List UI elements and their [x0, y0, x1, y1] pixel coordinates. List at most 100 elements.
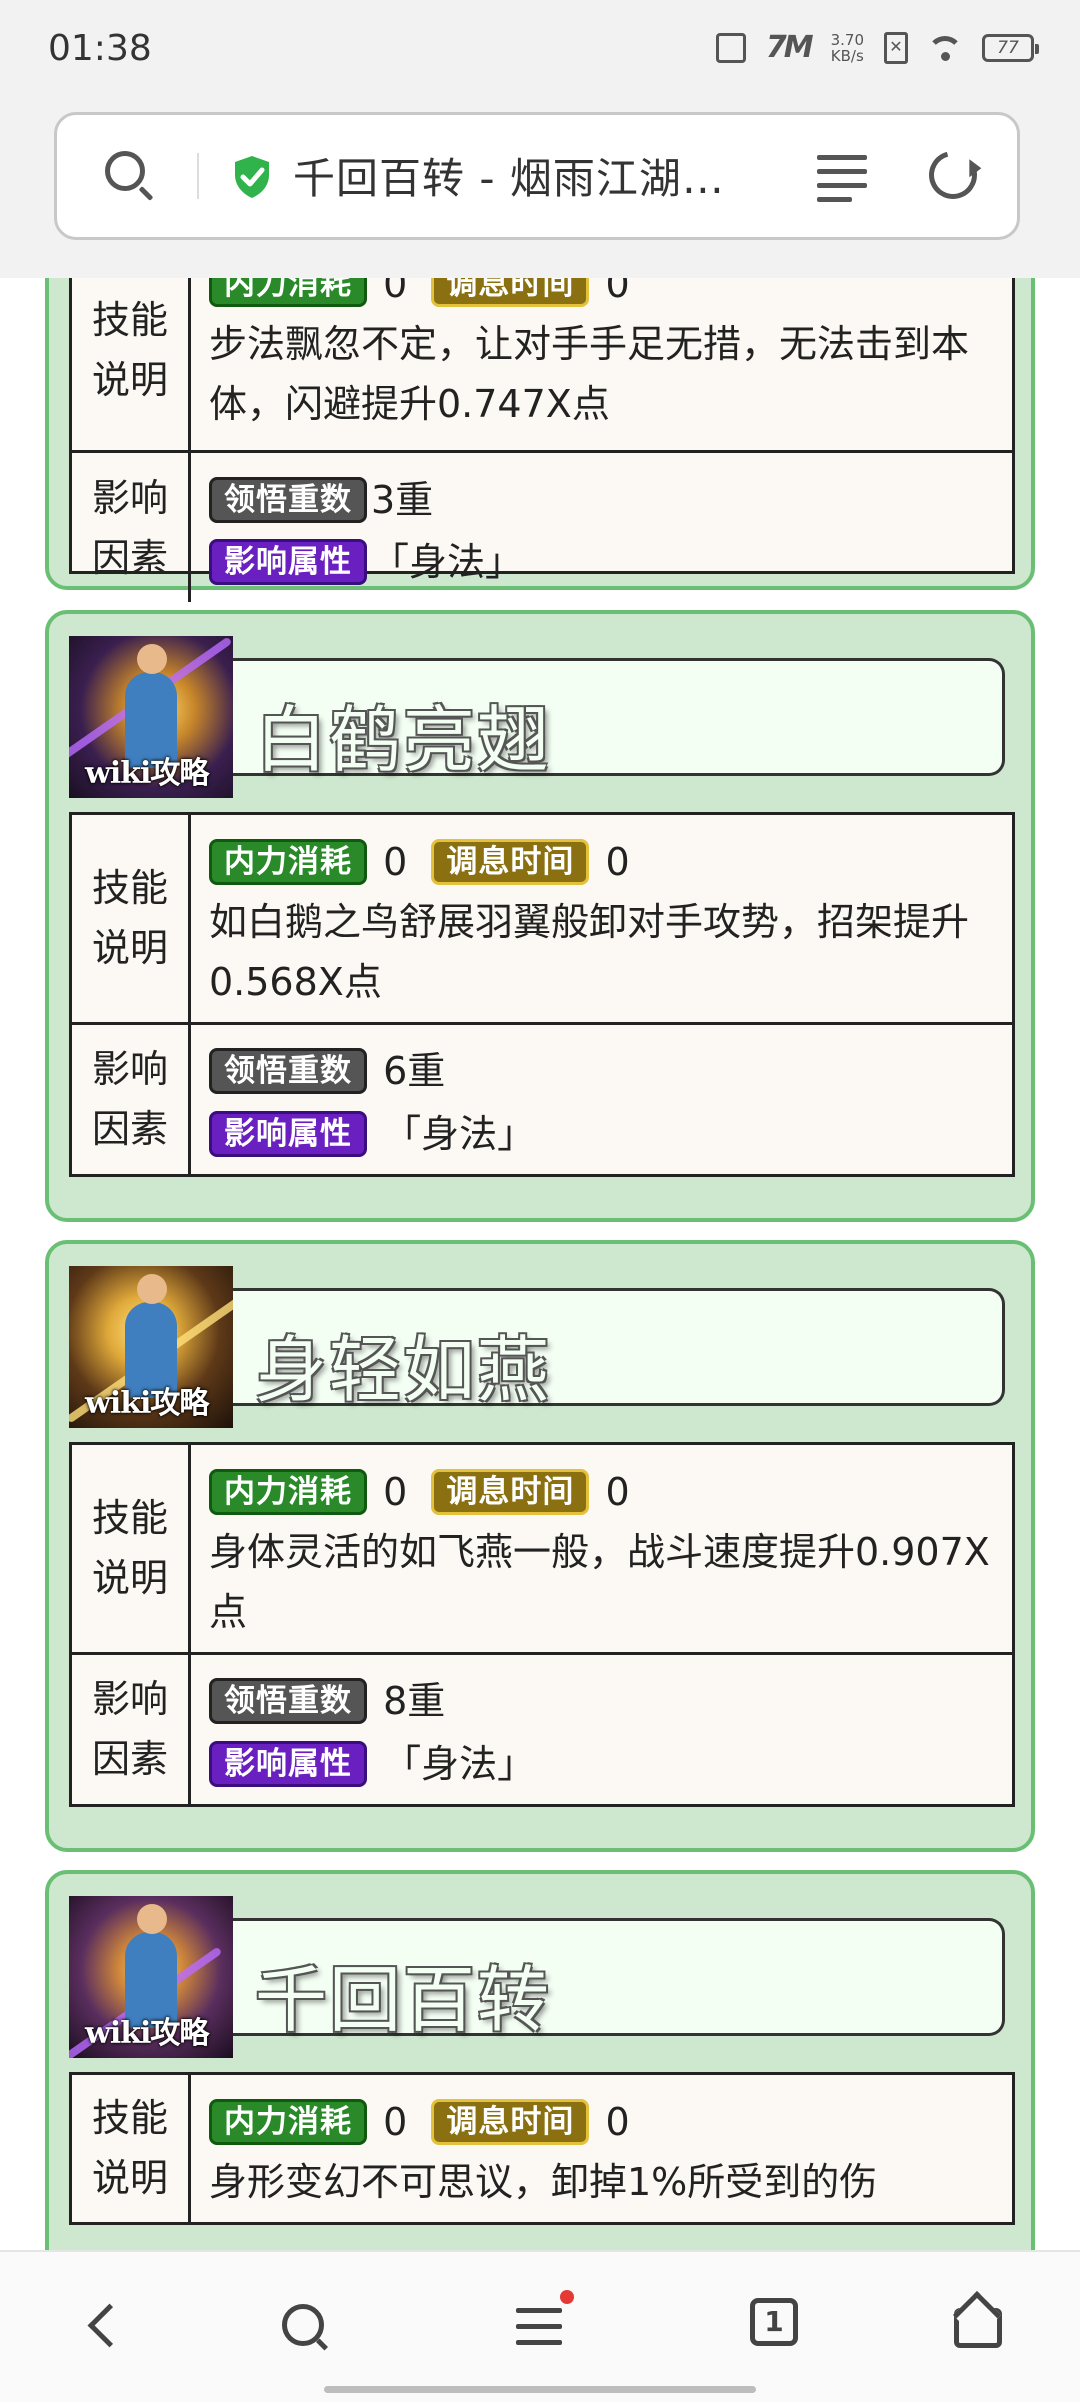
skill-desc-body: 内力消耗 0 调息时间 0 身形变幻不可思议，卸掉1%所受到的伤: [191, 2075, 1012, 2222]
factors-row: 影响因素 领悟重数 6重 影响属性 「身法」: [72, 1024, 1012, 1174]
network-speed-unit: KB/s: [830, 46, 864, 65]
skill-avatar: wiki攻略: [69, 1266, 233, 1428]
page-content[interactable]: 技能 说明 内力消耗 0 调息时间 0 步法飘忽不定，让对手手足无措，无法击到本体…: [0, 278, 1080, 2250]
factors-label: 影响 因素: [72, 1024, 191, 1174]
skill-desc-label: 技能 说明: [72, 815, 191, 1022]
no-sim-icon: ✕: [884, 31, 908, 64]
label-line: 技能: [91, 1496, 168, 1541]
skill-table: 技能 说明 内力消耗 0 调息时间 0 如白鹅之鸟舒展羽翼般卸对手攻势，招架提升0…: [69, 812, 1015, 1177]
avatar-watermark: wiki攻略: [85, 756, 209, 791]
home-indicator[interactable]: [324, 2386, 756, 2393]
tabs-button[interactable]: 1: [750, 2298, 810, 2358]
factors-label: 影响 因素: [72, 453, 191, 602]
label-line: 影响: [91, 475, 168, 520]
mp-cost-tag: 内力消耗: [209, 838, 367, 885]
enlighten-tag: 领悟重数: [209, 476, 367, 523]
skill-avatar: wiki攻略: [69, 1896, 233, 2058]
factors-row: 影响因素 领悟重数 8重 影响属性 「身法」: [72, 1654, 1012, 1804]
skill-desc-body: 内力消耗 0 调息时间 0 步法飘忽不定，让对手手足无措，无法击到本体，闪避提升…: [191, 278, 1012, 450]
label-line: 因素: [91, 1107, 168, 1151]
label-line: 影响: [91, 1677, 168, 1721]
factors-body: 领悟重数 8重 影响属性 「身法」: [191, 1655, 1012, 1804]
status-icons: 7M 3.70 KB/s ✕ 77: [715, 30, 1039, 65]
label-line: 影响: [91, 1047, 168, 1091]
factors-body: 领悟重数 3重 影响属性 「身法」: [191, 453, 1012, 602]
skill-desc-row: 技能 说明 内力消耗 0 调息时间 0 身体灵活的如飞燕一般，战斗速度提升0.90…: [72, 1445, 1012, 1655]
enlighten-value: 6重: [383, 1049, 446, 1093]
enlighten-value: 3重: [371, 477, 434, 522]
status-time: 01:38: [48, 28, 152, 69]
notification-dot: [560, 2290, 574, 2304]
skill-description: 步法飘忽不定，让对手手足无措，无法击到本体，闪避提升0.747X点: [209, 321, 970, 426]
search-icon[interactable]: [274, 2298, 334, 2358]
avatar-watermark: wiki攻略: [85, 1386, 209, 1421]
tab-count: 1: [750, 2298, 798, 2346]
address-bar[interactable]: 千回百转 - 烟雨江湖…: [54, 112, 1020, 240]
label-line: 技能: [91, 298, 168, 342]
label-line: 技能: [91, 866, 168, 911]
label-line: 说明: [91, 358, 168, 402]
menu-icon[interactable]: [510, 2290, 574, 2358]
skill-desc-row: 技能 说明 内力消耗 0 调息时间 0 如白鹅之鸟舒展羽翼般卸对手攻势，招架提升0…: [72, 815, 1012, 1025]
signal-label: 7M: [765, 30, 814, 65]
skill-title: 身轻如燕: [255, 1328, 552, 1412]
factors-row: 影响因素 领悟重数 3重 影响属性 「身法」: [72, 453, 1012, 602]
enlighten-value: 8重: [383, 1679, 446, 1723]
mp-cost-tag: 内力消耗: [209, 1468, 367, 1515]
cooldown-value: 0: [605, 839, 630, 884]
network-speed-value: 3.70: [830, 30, 864, 49]
skill-card-3: wiki攻略 千回百转 技能 说明 内力消耗 0 调息时间 0 身形变幻不可思议…: [45, 1870, 1035, 2250]
attribute-tag: 影响属性: [209, 539, 367, 585]
factors-label: 影响 因素: [72, 1654, 191, 1804]
skill-title-box: 白鹤亮翅: [233, 658, 1005, 782]
skill-title: 千回百转: [255, 1958, 552, 2042]
back-icon[interactable]: [72, 2298, 132, 2358]
skill-table: 技能 说明 内力消耗 0 调息时间 0 身体灵活的如飞燕一般，战斗速度提升0.90…: [69, 1442, 1015, 1807]
label-line: 说明: [91, 1556, 168, 1601]
skill-card-header: wiki攻略 白鹤亮翅: [69, 636, 1009, 798]
address-divider: [197, 153, 199, 199]
label-line: 因素: [91, 1737, 168, 1781]
label-line: 因素: [91, 535, 168, 580]
wifi-icon: [928, 34, 962, 62]
mp-cost-tag: 内力消耗: [209, 278, 367, 307]
vibrate-icon: [715, 32, 746, 63]
attribute-value: 「身法」: [371, 540, 524, 584]
skill-card-header: wiki攻略 身轻如燕: [69, 1266, 1009, 1428]
page-title[interactable]: 千回百转 - 烟雨江湖…: [293, 145, 773, 206]
skill-description: 身形变幻不可思议，卸掉1%所受到的伤: [209, 2159, 878, 2204]
skill-desc-label: 技能 说明: [72, 1445, 191, 1652]
cooldown-tag: 调息时间: [431, 838, 590, 885]
avatar-watermark: wiki攻略: [85, 2016, 209, 2051]
skill-table: 技能说明 内力消耗 0 调息时间 0 步法飘忽不定，让对手手足无措，无法击到本体…: [69, 278, 1015, 602]
reader-menu-icon[interactable]: [817, 155, 867, 202]
mp-cost-value: 0: [383, 278, 408, 306]
cooldown-tag: 调息时间: [431, 2098, 590, 2145]
skill-card-0: 技能说明 内力消耗 0 调息时间 0 步法飘忽不定，让对手手足无措，无法击到本体…: [45, 278, 1035, 602]
skill-table: 技能 说明 内力消耗 0 调息时间 0 身形变幻不可思议，卸掉1%所受到的伤: [69, 2072, 1015, 2225]
skill-desc-row: 技能说明 内力消耗 0 调息时间 0 步法飘忽不定，让对手手足无措，无法击到本体…: [72, 278, 1012, 453]
skill-desc-row: 技能 说明 内力消耗 0 调息时间 0 身形变幻不可思议，卸掉1%所受到的伤: [72, 2075, 1012, 2222]
mp-cost-value: 0: [383, 839, 408, 884]
refresh-icon[interactable]: [920, 142, 986, 208]
skill-avatar: wiki攻略: [69, 636, 233, 798]
skill-description: 身体灵活的如飞燕一般，战斗速度提升0.907X点: [209, 1529, 990, 1634]
skill-desc-label: 技能 说明: [72, 278, 191, 450]
skill-card-1: wiki攻略 白鹤亮翅 技能 说明 内力消耗 0 调息时间 0 如白鹅之鸟舒展羽…: [45, 610, 1035, 1222]
skill-title-box: 千回百转: [233, 1918, 1005, 2042]
skill-description: 如白鹅之鸟舒展羽翼般卸对手攻势，招架提升0.568X点: [209, 899, 970, 1004]
secure-shield-icon: [235, 156, 269, 198]
mp-cost-value: 0: [383, 2099, 408, 2144]
battery-icon: 77: [982, 33, 1039, 62]
cooldown-tag: 调息时间: [431, 1468, 590, 1515]
skill-desc-body: 内力消耗 0 调息时间 0 如白鹅之鸟舒展羽翼般卸对手攻势，招架提升0.568X…: [191, 815, 1012, 1022]
skill-desc-label: 技能 说明: [72, 2075, 191, 2222]
home-icon[interactable]: [950, 2298, 1010, 2358]
status-bar: 01:38 7M 3.70 KB/s ✕ 77: [0, 0, 1080, 100]
mp-cost-value: 0: [383, 1469, 408, 1514]
cooldown-value: 0: [605, 2099, 630, 2144]
attribute-value: 「身法」: [383, 1741, 536, 1786]
factors-body: 领悟重数 6重 影响属性 「身法」: [191, 1025, 1012, 1174]
search-icon[interactable]: [105, 151, 145, 191]
skill-card-header: wiki攻略 千回百转: [69, 1896, 1009, 2058]
